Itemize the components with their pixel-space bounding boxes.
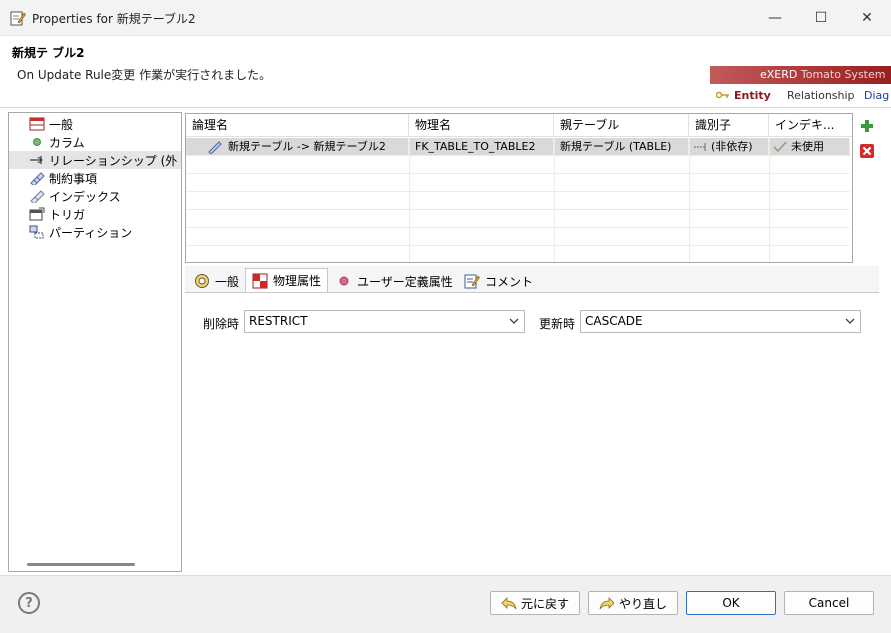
row-identifier: (非依存)	[711, 140, 753, 153]
on-delete-select[interactable]: RESTRICT	[244, 310, 525, 333]
tab-general[interactable]: 一般	[187, 270, 246, 292]
relationship-arrow-icon	[29, 153, 45, 167]
tree-item-label: インデックス	[49, 189, 121, 204]
column-header-parent-table[interactable]: 親テーブル	[554, 114, 689, 137]
page-title: 新規テ ブル2	[12, 46, 85, 60]
table-row-empty	[186, 228, 850, 246]
banner-nav-diagram[interactable]: Diag	[864, 89, 889, 102]
chevron-down-icon	[845, 318, 855, 324]
add-icon	[861, 120, 873, 132]
property-tree: 一般 カラム リレーションシップ (外 制約事項 インデックス トリガ パーティ…	[8, 112, 182, 572]
on-update-value: CASCADE	[585, 314, 643, 328]
tree-item-relationships[interactable]: リレーションシップ (外	[9, 151, 181, 169]
minimize-button[interactable]: —	[752, 0, 798, 36]
tree-item-columns[interactable]: カラム	[9, 133, 181, 151]
table-row-empty	[186, 174, 850, 192]
non-identifying-icon	[694, 143, 706, 151]
horizontal-scrollbar[interactable]	[27, 563, 135, 566]
row-index: 未使用	[791, 140, 824, 153]
tree-item-partitions[interactable]: パーティション	[9, 223, 181, 241]
close-icon: ✕	[861, 10, 873, 26]
chevron-down-icon	[509, 318, 519, 324]
undo-button[interactable]: 元に戻す	[490, 591, 580, 615]
help-icon: ?	[25, 595, 33, 611]
undo-arrow-icon	[501, 597, 517, 610]
column-header-physical-name[interactable]: 物理名	[409, 114, 554, 137]
tab-user-defined-attributes[interactable]: ユーザー定義属性	[329, 270, 460, 292]
button-bar: ? 元に戻す やり直し OK Cancel	[0, 575, 891, 633]
on-delete-label: 削除時	[203, 317, 240, 331]
user-attr-icon	[336, 273, 352, 289]
tree-item-constraints[interactable]: 制約事項	[9, 169, 181, 187]
table-row-empty	[186, 192, 850, 210]
maximize-icon: ☐	[814, 10, 828, 26]
window-title: Properties for 新規テーブル2	[32, 12, 196, 26]
physical-attributes-panel: 削除時 RESTRICT 更新時 CASCADE	[185, 292, 879, 570]
check-icon	[773, 141, 787, 153]
banner-nav: Entity Relationship Diag	[714, 86, 891, 106]
key-icon	[716, 91, 729, 99]
tree-item-indexes[interactable]: インデックス	[9, 187, 181, 205]
relationship-link-icon	[208, 141, 222, 154]
tree-item-general[interactable]: 一般	[9, 115, 181, 133]
maximize-button[interactable]: ☐	[798, 0, 844, 36]
tree-item-label: 制約事項	[49, 171, 98, 186]
dialog-header: 新規テ ブル2 On Update Rule変更 作業が実行されました。 eXE…	[0, 36, 891, 108]
column-header-logical-name[interactable]: 論理名	[186, 114, 409, 137]
row-logical-name: 新規テーブル -> 新規テーブル2	[228, 140, 386, 153]
general-tab-icon	[194, 273, 210, 289]
row-parent-table: 新規テーブル (TABLE)	[554, 138, 689, 156]
close-button[interactable]: ✕	[844, 0, 890, 36]
row-physical-name: FK_TABLE_TO_TABLE2	[409, 138, 554, 156]
index-icon	[29, 189, 45, 203]
table-row-empty	[186, 246, 850, 262]
remove-icon	[860, 144, 874, 158]
comment-icon	[464, 273, 480, 289]
edit-document-icon	[10, 11, 26, 26]
tree-item-label: 一般	[49, 117, 74, 132]
on-delete-value: RESTRICT	[249, 314, 308, 328]
tab-comment[interactable]: コメント	[457, 270, 540, 292]
remove-relationship-button[interactable]	[857, 141, 877, 161]
banner-brand: eXERD	[760, 68, 798, 81]
banner-nav-relationship[interactable]: Relationship	[787, 89, 855, 102]
constraint-icon	[29, 171, 45, 185]
status-message: On Update Rule変更 作業が実行されました。	[17, 68, 272, 82]
tree-item-label: パーティション	[49, 225, 133, 240]
column-dot-icon	[29, 135, 45, 149]
tab-physical-attributes[interactable]: 物理属性	[245, 268, 329, 292]
cancel-button[interactable]: Cancel	[784, 591, 874, 615]
banner-title-bar: eXERD Tomato System	[710, 66, 891, 84]
column-header-identifier[interactable]: 識別子	[689, 114, 769, 137]
detail-tabs: 一般 物理属性 ユーザー定義属性 コメント 削除時 RESTRICT 更新時 C…	[185, 266, 879, 570]
tree-item-label: リレーションシップ (外	[49, 153, 178, 168]
minimize-icon: —	[768, 10, 782, 26]
physical-tab-icon	[252, 273, 268, 289]
add-relationship-button[interactable]	[857, 116, 877, 136]
tree-item-triggers[interactable]: トリガ	[9, 205, 181, 223]
redo-button[interactable]: やり直し	[588, 591, 678, 615]
on-update-label: 更新時	[539, 317, 576, 331]
relationship-table: 論理名 物理名 親テーブル 識別子 インデキ... 新規テーブル -> 新規テー…	[185, 113, 853, 263]
table-row[interactable]: 新規テーブル -> 新規テーブル2 FK_TABLE_TO_TABLE2 新規テ…	[186, 138, 850, 156]
partition-icon	[29, 225, 45, 239]
trigger-icon	[29, 207, 45, 221]
help-button[interactable]: ?	[18, 592, 40, 614]
banner-nav-entity[interactable]: Entity	[734, 89, 771, 102]
table-header: 論理名 物理名 親テーブル 識別子 インデキ...	[186, 114, 852, 137]
tab-strip: 一般 物理属性 ユーザー定義属性 コメント	[185, 266, 879, 292]
redo-arrow-icon	[599, 597, 615, 610]
tree-item-label: トリガ	[49, 207, 86, 222]
column-header-index[interactable]: インデキ...	[769, 114, 852, 137]
title-bar: Properties for 新規テーブル2 — ☐ ✕	[0, 0, 891, 36]
tree-item-label: カラム	[49, 135, 85, 150]
table-row-empty	[186, 156, 850, 174]
banner-product: Tomato System	[800, 68, 886, 81]
table-icon	[29, 117, 45, 131]
ok-button[interactable]: OK	[686, 591, 776, 615]
on-update-select[interactable]: CASCADE	[580, 310, 861, 333]
exerd-banner: eXERD Tomato System Entity Relationship …	[706, 58, 891, 108]
table-row-empty	[186, 210, 850, 228]
